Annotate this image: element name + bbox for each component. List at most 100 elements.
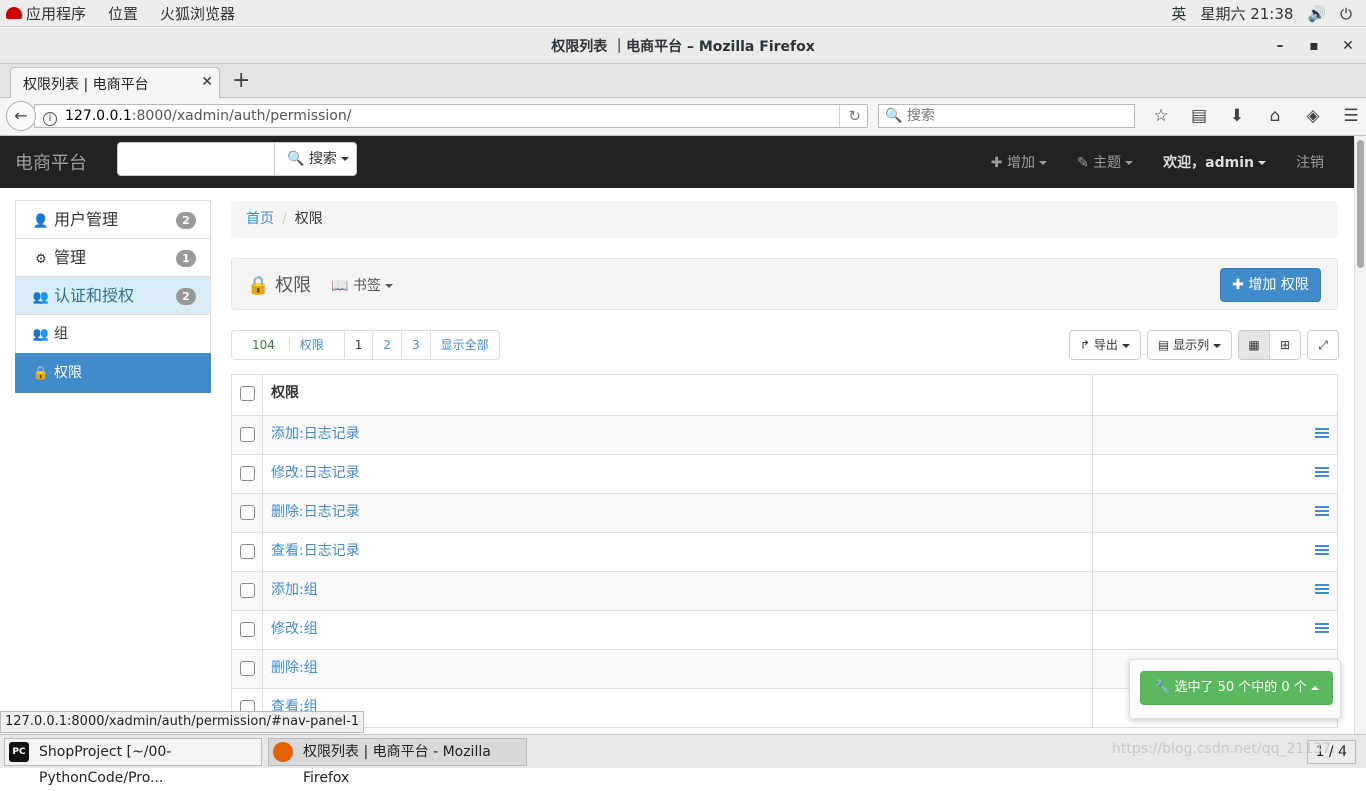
user-menu[interactable]: 欢迎，admin (1163, 152, 1266, 172)
minimize-button[interactable]: – (1270, 36, 1290, 56)
power-icon[interactable]: ⏻ (1340, 5, 1352, 23)
permission-link[interactable]: 修改:组 (271, 621, 318, 637)
home-icon[interactable]: ⌂ (1256, 104, 1294, 128)
name-cell: 删除:日志记录 (263, 494, 1093, 532)
details-list-icon[interactable] (1315, 623, 1329, 635)
pocket-icon[interactable]: ◈ (1294, 104, 1332, 128)
close-tab-icon[interactable]: ✕ (201, 74, 213, 90)
hamburger-menu-icon[interactable]: ☰ (1332, 104, 1366, 128)
row-checkbox-cell (232, 650, 263, 688)
tab-permission-list[interactable]: 权限列表 | 电商平台 ✕ (10, 67, 220, 99)
show-all-link[interactable]: 显示全部 (429, 331, 499, 359)
count-badge: 1 (176, 250, 196, 267)
row-checkbox[interactable] (240, 622, 255, 637)
export-button[interactable]: ↱ 导出 (1069, 330, 1141, 360)
page-1[interactable]: 1 (343, 331, 373, 359)
name-cell: 删除:组 (263, 650, 1093, 688)
logout-link[interactable]: 注销 (1296, 152, 1324, 172)
site-brand[interactable]: 电商平台 (15, 149, 87, 175)
maximize-button[interactable]: ▪ (1304, 36, 1324, 56)
sidebar-item-auth[interactable]: 👥 认证和授权 2 (15, 276, 211, 315)
name-cell: 添加:日志记录 (263, 416, 1093, 454)
download-icon[interactable]: ⬇ (1218, 104, 1256, 128)
page-2[interactable]: 2 (372, 331, 401, 359)
places-menu[interactable]: 位置 (108, 3, 138, 24)
row-checkbox[interactable] (240, 466, 255, 481)
view-small-grid-button[interactable]: ⊞ (1269, 330, 1302, 360)
column-header-permission[interactable]: 权限 (263, 375, 1093, 415)
bookmark-menu[interactable]: 📖 书签 (331, 275, 393, 295)
table-row: 添加:组 (232, 571, 1337, 610)
firefox-icon (273, 742, 293, 762)
table-row: 修改:日志记录 (232, 454, 1337, 493)
input-language[interactable]: 英 (1171, 3, 1186, 24)
redhat-icon (6, 7, 22, 19)
page-scrollbar[interactable] (1354, 136, 1366, 734)
url-path: :8000/xadmin/auth/permission/ (131, 108, 352, 124)
name-cell: 添加:组 (263, 572, 1093, 610)
users-icon: 👥 (32, 290, 50, 305)
reading-list-icon[interactable]: ▤ (1180, 104, 1218, 128)
clock[interactable]: 星期六 21:38 (1200, 3, 1293, 24)
details-list-icon[interactable] (1315, 428, 1329, 440)
scrollbar-thumb[interactable] (1357, 140, 1364, 268)
watermark: https://blog.csdn.net/qq_21137... (1112, 741, 1345, 757)
small-grid-icon: ⊞ (1280, 338, 1291, 352)
row-checkbox[interactable] (240, 505, 255, 520)
sidebar-item-label: 管理 (54, 248, 87, 267)
view-large-grid-button[interactable]: ▦ (1238, 330, 1271, 360)
fullscreen-button[interactable]: ⤢ (1307, 330, 1340, 360)
name-cell: 查看:日志记录 (263, 533, 1093, 571)
page-title-panel: 🔒 权限 📖 书签 ✚ 增加 权限 (231, 258, 1338, 310)
sidebar-item-user-management[interactable]: 👤 用户管理 2 (15, 200, 211, 239)
bookmark-star-icon[interactable]: ☆ (1142, 104, 1180, 128)
close-window-button[interactable]: ✕ (1338, 36, 1358, 56)
sidebar-item-label: 认证和授权 (54, 286, 135, 305)
site-search-input[interactable] (117, 142, 275, 176)
url-bar[interactable]: i 127.0.0.1:8000/xadmin/auth/permission/ … (34, 104, 868, 128)
expand-icon: ⤢ (1318, 338, 1328, 352)
back-button[interactable]: ← (6, 101, 36, 131)
select-all-checkbox[interactable] (240, 386, 255, 401)
page-title-text: 权限 (275, 275, 312, 296)
info-icon[interactable]: i (43, 112, 57, 126)
row-checkbox[interactable] (240, 583, 255, 598)
row-checkbox[interactable] (240, 544, 255, 559)
permission-link[interactable]: 添加:组 (271, 582, 318, 598)
bulk-action-button[interactable]: 🔧 选中了 50 个中的 0 个 (1140, 671, 1333, 705)
theme-menu[interactable]: ✎ 主题 (1077, 152, 1134, 172)
details-list-icon[interactable] (1315, 467, 1329, 479)
applications-menu[interactable]: 应用程序 (6, 3, 86, 24)
taskbar-item-pycharm[interactable]: PC ShopProject [~/00-PythonCode/Pro... (4, 738, 262, 786)
row-checkbox-cell (232, 572, 263, 610)
sidebar-item-groups[interactable]: 👥 组 (15, 314, 211, 354)
volume-icon[interactable]: 🔊 (1307, 5, 1326, 23)
bulk-action-label: 选中了 50 个中的 0 个 (1174, 680, 1307, 695)
page-3[interactable]: 3 (401, 331, 430, 359)
permission-link[interactable]: 删除:日志记录 (271, 504, 360, 520)
caret-down-icon (1125, 161, 1134, 165)
details-list-icon[interactable] (1315, 584, 1329, 596)
details-list-icon[interactable] (1315, 506, 1329, 518)
new-tab-button[interactable]: + (232, 68, 250, 94)
columns-button[interactable]: ▤ 显示列 (1146, 330, 1233, 360)
sidebar-item-permissions[interactable]: 🔒 权限 (15, 353, 211, 393)
row-checkbox[interactable] (240, 427, 255, 442)
permission-link[interactable]: 添加:日志记录 (271, 426, 360, 442)
site-search-button[interactable]: 🔍 搜索 (274, 142, 357, 176)
breadcrumb-home[interactable]: 首页 (246, 211, 274, 227)
taskbar-item-firefox[interactable]: 权限列表 | 电商平台 - Mozilla Firefox (268, 738, 527, 786)
sidebar-item-management[interactable]: ⚙ 管理 1 (15, 238, 211, 277)
permission-link[interactable]: 删除:组 (271, 660, 318, 676)
details-list-icon[interactable] (1315, 545, 1329, 557)
firefox-menu[interactable]: 火狐浏览器 (160, 3, 235, 24)
add-permission-button[interactable]: ✚ 增加 权限 (1220, 268, 1321, 302)
permission-link[interactable]: 查看:日志记录 (271, 543, 360, 559)
add-menu[interactable]: ✚ 增加 (991, 152, 1047, 172)
reload-icon[interactable]: ↻ (839, 105, 861, 127)
row-checkbox[interactable] (240, 661, 255, 676)
browser-navbar: i 127.0.0.1:8000/xadmin/auth/permission/ … (0, 98, 1366, 136)
search-bar[interactable]: 🔍 搜索 (878, 104, 1135, 128)
search-button-label: 搜索 (308, 151, 337, 167)
permission-link[interactable]: 修改:日志记录 (271, 465, 360, 481)
